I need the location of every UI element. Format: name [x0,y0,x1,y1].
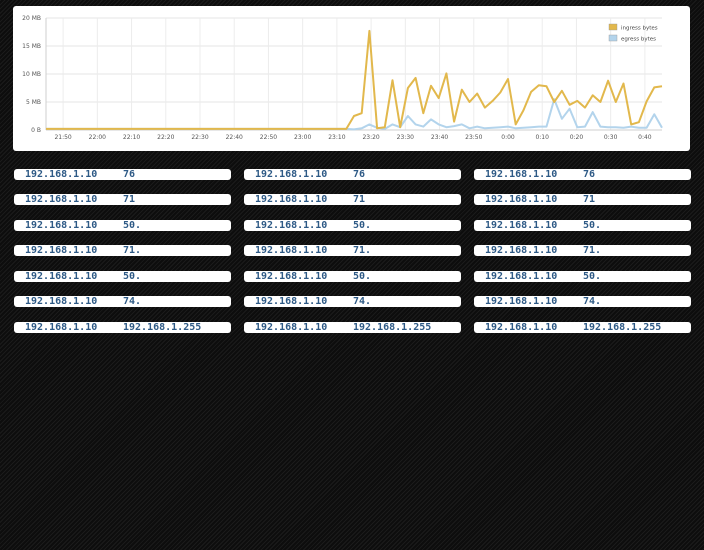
connection-source-ip: 192.168.1.10 [485,245,558,256]
connection-source-ip: 192.168.1.10 [25,220,98,231]
connection-row[interactable]: 192.168.1.10 76 [244,169,461,180]
connection-row[interactable]: 192.168.1.10 50. [474,271,691,282]
connection-row[interactable]: 192.168.1.10 71. [244,245,461,256]
connection-row[interactable]: 192.168.1.10 74. [474,296,691,307]
x-tick-label: 22:00 [89,134,106,141]
connection-destination-ip: 192.168.1.255 [583,322,662,333]
connection-source-ip: 192.168.1.10 [485,271,558,282]
x-tick-label: 21:50 [54,134,71,141]
connection-source-ip: 192.168.1.10 [255,296,328,307]
connection-row[interactable]: 192.168.1.10 50. [14,220,231,231]
connection-destination-ip: 50. [353,271,372,282]
connection-destination-ip: 50. [583,271,602,282]
y-tick-label: 15 MB [22,43,41,50]
connection-source-ip: 192.168.1.10 [25,194,98,205]
chart-grid [46,17,662,131]
legend-swatch [608,34,618,42]
y-tick-label: 0 B [31,127,41,134]
connection-destination-ip: 50. [123,220,142,231]
connection-destination-ip: 76 [353,169,366,180]
connection-source-ip: 192.168.1.10 [25,296,98,307]
connection-row[interactable]: 192.168.1.10 76 [474,169,691,180]
legend-label: ingress bytes [621,26,658,32]
connection-destination-ip: 71 [583,194,596,205]
connection-source-ip: 192.168.1.10 [255,271,328,282]
connection-row[interactable]: 192.168.1.10 50. [474,220,691,231]
connection-row[interactable]: 192.168.1.10 76 [14,169,231,180]
connection-row[interactable]: 192.168.1.10 71 [14,194,231,205]
connection-destination-ip: 71. [353,245,372,256]
connection-row[interactable]: 192.168.1.10 71. [14,245,231,256]
traffic-chart-panel: 0 B 5 MB 10 MB 15 MB 20 MB 21:50 22:00 22:10 22:… [13,6,690,151]
x-tick-label: 23:20 [362,134,379,141]
connection-destination-ip: 76 [583,169,596,180]
x-tick-label: 0:00 [501,134,515,141]
x-tick-label: 22:40 [226,134,243,141]
connection-source-ip: 192.168.1.10 [255,194,328,205]
legend-swatch [608,23,618,31]
connection-row[interactable]: 192.168.1.10 192.168.1.255 [474,322,691,333]
connection-row[interactable]: 192.168.1.10 50. [244,220,461,231]
x-tick-label: 23:10 [328,134,345,141]
x-tick-label: 0:10 [535,134,549,141]
y-tick-label: 5 MB [26,99,41,106]
connection-destination-ip: 74. [123,296,142,307]
x-tick-label: 22:30 [191,134,208,141]
chart-legend: ingress bytes egress bytes [608,23,658,43]
connection-destination-ip: 192.168.1.255 [353,322,432,333]
connection-row[interactable]: 192.168.1.10 50. [244,271,461,282]
connection-row[interactable]: 192.168.1.10 50. [14,271,231,282]
connection-row[interactable]: 192.168.1.10 71 [244,194,461,205]
connection-source-ip: 192.168.1.10 [485,220,558,231]
x-tick-label: 23:40 [431,134,448,141]
x-tick-label: 22:10 [123,134,140,141]
connection-row[interactable]: 192.168.1.10 192.168.1.255 [14,322,231,333]
connection-destination-ip: 71 [353,194,366,205]
connection-destination-ip: 50. [123,271,142,282]
connection-destination-ip: 50. [353,220,372,231]
connection-source-ip: 192.168.1.10 [255,245,328,256]
connection-source-ip: 192.168.1.10 [25,322,98,333]
x-tick-label: 23:30 [397,134,414,141]
connection-destination-ip: 74. [353,296,372,307]
x-tick-label: 0:30 [604,134,618,141]
connection-source-ip: 192.168.1.10 [485,322,558,333]
y-tick-label: 10 MB [22,71,41,78]
chart-axes: 0 B 5 MB 10 MB 15 MB 20 MB 21:50 22:00 22:10 22:… [22,15,662,141]
connection-source-ip: 192.168.1.10 [25,169,98,180]
x-tick-label: 22:20 [157,134,174,141]
x-tick-label: 23:50 [465,134,482,141]
connection-source-ip: 192.168.1.10 [255,169,328,180]
connection-row[interactable]: 192.168.1.10 74. [244,296,461,307]
connection-row[interactable]: 192.168.1.10 71 [474,194,691,205]
x-tick-label: 0:40 [638,134,652,141]
connection-destination-ip: 71. [123,245,142,256]
connection-source-ip: 192.168.1.10 [25,245,98,256]
connection-row[interactable]: 192.168.1.10 71. [474,245,691,256]
connection-destination-ip: 74. [583,296,602,307]
x-tick-label: 23:00 [294,134,311,141]
connection-destination-ip: 192.168.1.255 [123,322,202,333]
connection-row[interactable]: 192.168.1.10 74. [14,296,231,307]
connection-source-ip: 192.168.1.10 [485,296,558,307]
connection-destination-ip: 71. [583,245,602,256]
x-tick-label: 0:20 [570,134,584,141]
y-tick-label: 20 MB [22,15,41,22]
traffic-line-chart: 0 B 5 MB 10 MB 15 MB 20 MB 21:50 22:00 22:10 22:… [22,15,663,141]
x-tick-label: 22:50 [260,134,277,141]
connection-source-ip: 192.168.1.10 [485,194,558,205]
connection-destination-ip: 50. [583,220,602,231]
connection-destination-ip: 71 [123,194,136,205]
legend-label: egress bytes [621,37,656,43]
connection-source-ip: 192.168.1.10 [255,220,328,231]
connection-row[interactable]: 192.168.1.10 192.168.1.255 [244,322,461,333]
connection-source-ip: 192.168.1.10 [485,169,558,180]
connection-source-ip: 192.168.1.10 [255,322,328,333]
connection-destination-ip: 76 [123,169,136,180]
connection-source-ip: 192.168.1.10 [25,271,98,282]
